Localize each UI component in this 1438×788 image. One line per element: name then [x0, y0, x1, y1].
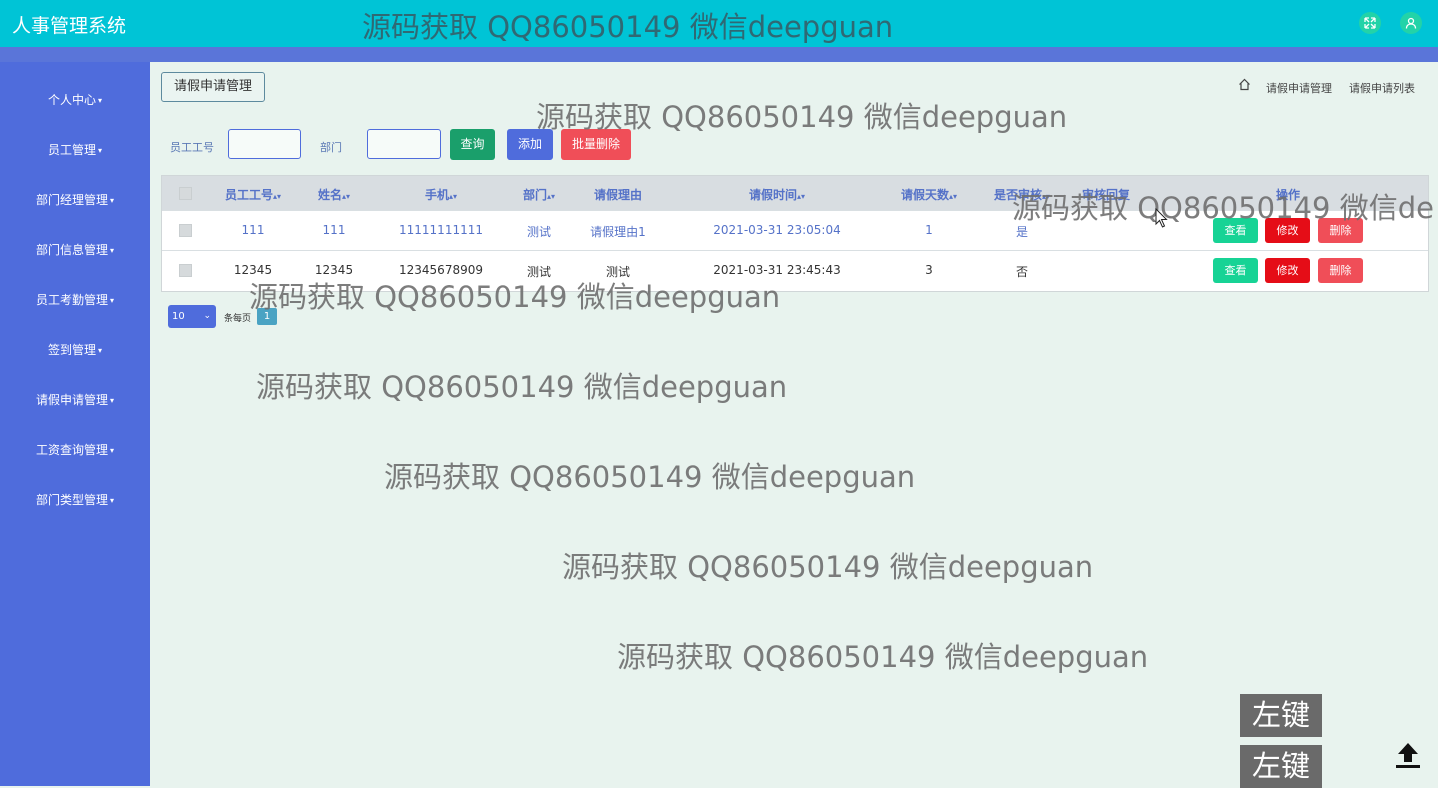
cell-emp-no: 111	[241, 223, 265, 237]
app-title: 人事管理系统	[12, 15, 127, 37]
row-checkbox[interactable]	[179, 224, 192, 237]
watermark-text: 源码获取 QQ86050149 微信deepguan	[362, 10, 894, 44]
caret-down-icon: ▾	[98, 346, 103, 355]
header-days[interactable]: 请假天数▴▾	[901, 186, 957, 203]
watermark-text: 源码获取 QQ86050149 微信deepguan	[384, 460, 916, 494]
delete-button[interactable]: 删除	[1318, 258, 1363, 283]
sidebar-item-label: 部门类型管理	[35, 493, 108, 507]
sidebar-item-checkin[interactable]: 签到管理 ▾	[0, 341, 150, 358]
dept-input[interactable]	[367, 129, 441, 159]
caret-down-icon: ▾	[110, 246, 115, 255]
sidebar-item-label: 员工考勤管理	[35, 293, 108, 307]
key-tip: 左键	[1240, 694, 1322, 737]
cell-dept: 测试	[526, 225, 552, 239]
edit-button[interactable]: 修改	[1265, 258, 1310, 283]
fullscreen-icon[interactable]	[1359, 12, 1381, 34]
breadcrumb-item: 请假申请列表	[1349, 82, 1415, 95]
row-checkbox[interactable]	[179, 264, 192, 277]
header-time[interactable]: 请假时间▴▾	[749, 186, 805, 203]
caret-down-icon: ▾	[110, 496, 115, 505]
emp-no-label: 员工工号	[170, 141, 214, 154]
back-to-top-icon[interactable]	[1393, 740, 1423, 770]
watermark-text: 源码获取 QQ86050149 微信deepguan	[536, 100, 1068, 134]
emp-no-input[interactable]	[228, 129, 301, 159]
sort-icon: ▴▾	[272, 192, 282, 201]
caret-down-icon: ▾	[110, 296, 115, 305]
header-dept[interactable]: 部门▴▾	[523, 186, 555, 203]
sidebar-item-personal-center[interactable]: 个人中心 ▾	[0, 91, 150, 108]
sidebar-item-dept-info[interactable]: 部门信息管理 ▾	[0, 241, 150, 258]
watermark-text: 源码获取 QQ86050149 微信deepguan	[249, 280, 781, 314]
sort-icon: ▴▾	[796, 192, 806, 201]
watermark-text: 源码获取 QQ86050149 微信deepguan	[617, 640, 1149, 674]
sidebar-item-label: 部门经理管理	[35, 193, 108, 207]
sidebar-item-dept-type[interactable]: 部门类型管理 ▾	[0, 491, 150, 508]
dept-label: 部门	[320, 141, 342, 154]
per-page-label: 条每页	[224, 314, 252, 324]
sidebar: 个人中心 ▾ 员工管理 ▾ 部门经理管理 ▾ 部门信息管理 ▾ 员工考勤管理 ▾ 签到管理…	[0, 62, 150, 786]
sidebar-item-label: 请假申请管理	[35, 393, 108, 407]
sidebar-item-attendance[interactable]: 员工考勤管理 ▾	[0, 291, 150, 308]
header-label: 员工工号	[224, 188, 273, 202]
cell-time: 2021-03-31 23:05:04	[713, 223, 841, 237]
sidebar-item-leave-request[interactable]: 请假申请管理 ▾	[0, 391, 150, 408]
header-label: 手机	[424, 188, 449, 202]
cell-days: 3	[925, 263, 933, 277]
caret-down-icon: ▾	[98, 146, 103, 155]
cell-days: 1	[925, 223, 933, 237]
watermark-text: 源码获取 QQ86050149 微信de	[1012, 191, 1434, 225]
header-label: 请假天数	[900, 188, 949, 202]
sidebar-item-label: 部门信息管理	[35, 243, 108, 257]
sort-icon: ▴▾	[341, 192, 351, 201]
mouse-cursor-icon	[1155, 208, 1168, 228]
header-label: 请假理由	[593, 188, 643, 202]
sort-icon: ▴▾	[448, 192, 458, 201]
sidebar-item-label: 员工管理	[47, 143, 96, 157]
header-label: 部门	[522, 188, 547, 202]
header-emp-no[interactable]: 员工工号▴▾	[225, 186, 281, 203]
home-icon[interactable]	[1238, 78, 1251, 91]
sort-icon: ▴▾	[546, 192, 556, 201]
caret-down-icon: ▾	[110, 196, 115, 205]
sidebar-item-label: 个人中心	[47, 93, 96, 107]
caret-down-icon: ▾	[110, 446, 115, 455]
header-label: 姓名	[317, 188, 342, 202]
page-size-value: 10	[172, 311, 185, 322]
page-title-button[interactable]: 请假申请管理	[161, 72, 266, 102]
chevron-down-icon: ⌄	[203, 311, 211, 321]
sidebar-item-employee[interactable]: 员工管理 ▾	[0, 141, 150, 158]
header-label: 请假时间	[748, 188, 797, 202]
header-name[interactable]: 姓名▴▾	[318, 186, 350, 203]
breadcrumb-item[interactable]: 请假申请管理	[1266, 80, 1332, 96]
user-icon[interactable]	[1400, 12, 1422, 34]
view-button[interactable]: 查看	[1213, 258, 1258, 283]
cell-phone: 11111111111	[399, 223, 483, 237]
sidebar-item-label: 签到管理	[47, 343, 96, 357]
page-size-select[interactable]: 10 ⌄	[168, 305, 216, 328]
header-phone[interactable]: 手机▴▾	[425, 186, 457, 203]
caret-down-icon: ▾	[110, 396, 115, 405]
cell-audited: 否	[1015, 265, 1029, 279]
sort-icon: ▴▾	[948, 192, 958, 201]
sidebar-item-label: 工资查询管理	[35, 443, 108, 457]
query-button[interactable]: 查询	[450, 129, 495, 160]
header-reason: 请假理由	[594, 186, 642, 203]
cell-reason: 请假理由1	[590, 225, 646, 239]
select-all-checkbox[interactable]	[179, 187, 192, 200]
watermark-text: 源码获取 QQ86050149 微信deepguan	[256, 370, 788, 404]
sidebar-item-dept-manager[interactable]: 部门经理管理 ▾	[0, 191, 150, 208]
watermark-text: 源码获取 QQ86050149 微信deepguan	[562, 550, 1094, 584]
header-stripe	[0, 47, 1438, 62]
caret-down-icon: ▾	[98, 96, 103, 105]
key-tip: 左键	[1240, 745, 1322, 788]
main-content: 请假申请管理 请假申请管理 请假申请列表 员工工号 部门 查询 添加 批量删除 …	[150, 62, 1438, 786]
sidebar-item-salary[interactable]: 工资查询管理 ▾	[0, 441, 150, 458]
cell-name: 111	[322, 223, 346, 237]
